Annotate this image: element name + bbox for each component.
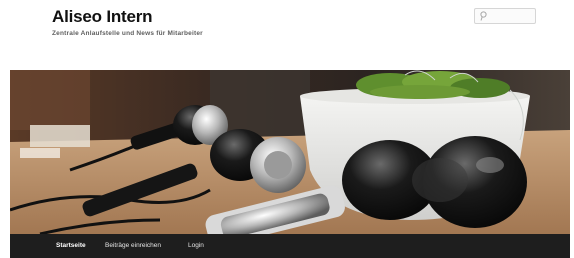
search-box[interactable] xyxy=(474,8,536,24)
nav-item-startseite[interactable]: Startseite xyxy=(56,234,86,258)
nav-item-login[interactable]: Login xyxy=(188,234,204,258)
nav-item-beitraege-einreichen[interactable]: Beiträge einreichen xyxy=(105,234,161,258)
search-icon xyxy=(480,11,487,21)
header-banner-image xyxy=(10,70,570,234)
search-input[interactable] xyxy=(490,9,535,23)
site-title[interactable]: Aliseo Intern xyxy=(52,7,153,27)
main-nav: Startseite Beiträge einreichen Login xyxy=(10,234,570,258)
site-tagline: Zentrale Anlaufstelle und News für Mitar… xyxy=(52,30,203,37)
